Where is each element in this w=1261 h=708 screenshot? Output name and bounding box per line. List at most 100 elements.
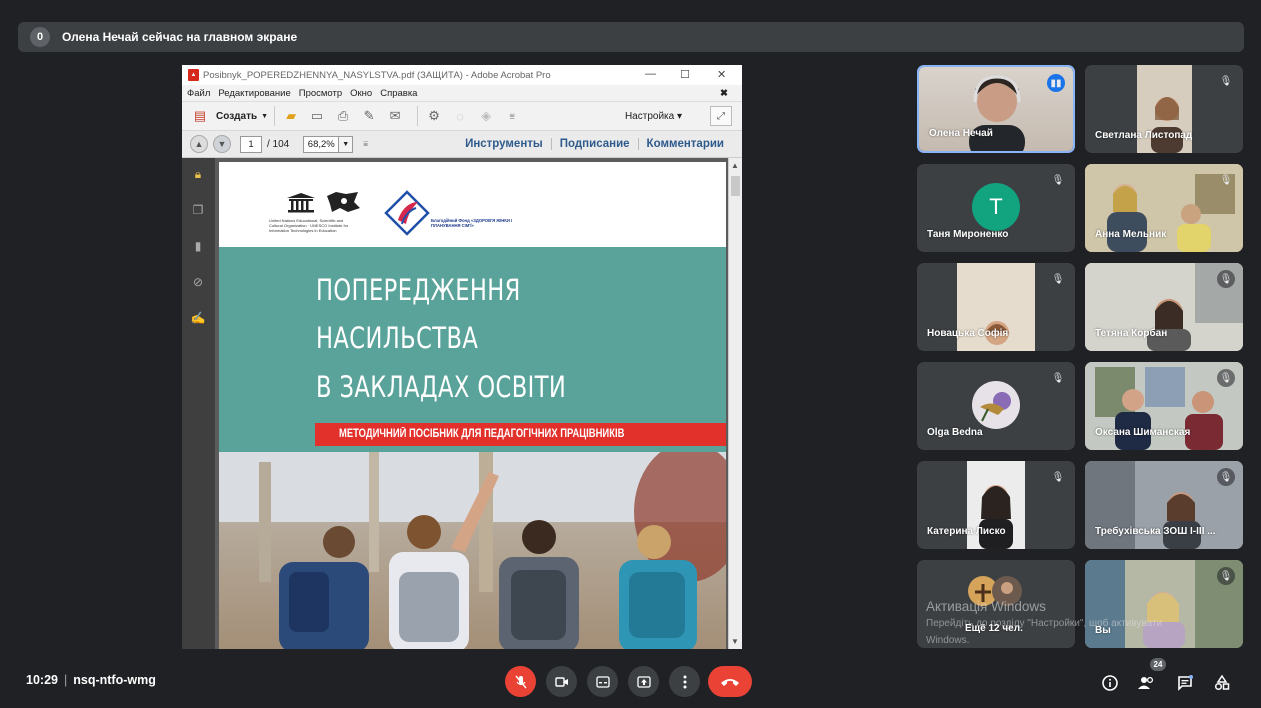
more-options-button[interactable] <box>669 666 700 697</box>
clock-time: 10:29 <box>26 673 58 687</box>
windows-activation-text: Перейдіть до розділу "Настройки", щоб ак… <box>926 618 1163 629</box>
presenting-text: Олена Нечай сейчас на главном экране <box>62 30 298 44</box>
chat-button[interactable] <box>1174 672 1196 694</box>
participant-tile[interactable]: 🎙︎ Катерина Лиско <box>917 461 1075 549</box>
participant-count-badge: 24 <box>1150 658 1166 671</box>
self-tile[interactable]: 🎙︎ Вы <box>1085 560 1243 648</box>
more-icon: ⩸ <box>509 110 515 121</box>
nav-more-icon: ⩸ <box>363 139 369 148</box>
pdf-page: United Nations Educational, Scientific a… <box>219 162 726 649</box>
captions-button[interactable] <box>587 666 618 697</box>
participant-tile[interactable]: ▮▮ Олена Нечай <box>917 65 1075 153</box>
participant-tile[interactable]: T 🎙︎ Таня Мироненко <box>917 164 1075 252</box>
tab-tools: Инструменты <box>465 138 543 150</box>
email-icon: ✉ <box>389 108 401 123</box>
mic-off-icon: 🎙︎ <box>1051 273 1065 285</box>
acrobat-toolbar: ▤ Создать ▼ ▰ ▭ ⎙ ✎ ✉ ⚙ ◌ ◈ ⩸ Настройка … <box>182 102 742 131</box>
present-icon <box>636 675 651 688</box>
participant-tile[interactable]: 🎙︎ Olga Bedna <box>917 362 1075 450</box>
unesco-logo-icon <box>287 193 315 213</box>
cover-headline-line-1: ПОПЕРЕДЖЕННЯ <box>316 273 521 307</box>
cover-subtitle: МЕТОДИЧНИЙ ПОСІБНИК ДЛЯ ПЕДАГОГІЧНИХ ПРА… <box>339 428 625 440</box>
print-icon: ⎙ <box>337 108 349 123</box>
settings-gear-icon: ⚙ <box>428 108 440 123</box>
create-pdf-icon: ▤ <box>193 108 207 123</box>
cover-photo-children <box>219 452 726 649</box>
participant-name: Катерина Лиско <box>927 526 1006 537</box>
create-dropdown-icon: ▼ <box>261 112 269 120</box>
create-label: Создать <box>216 110 258 122</box>
stamp-icon: ◈ <box>481 108 492 123</box>
chat-icon <box>1178 675 1193 691</box>
activities-button[interactable] <box>1211 672 1233 694</box>
participant-avatar: T <box>972 183 1020 231</box>
doc-close-icon: ✖ <box>720 87 728 99</box>
comment-icon: ◌ <box>456 108 464 124</box>
info-icon <box>1102 675 1118 691</box>
participant-tile[interactable]: 🎙︎ Оксана Шиманская <box>1085 362 1243 450</box>
zoom-dropdown-icon: ▼ <box>339 135 354 153</box>
acrobat-side-panel: 🔒︎ ❐ ▮ ⊘ ✍ <box>182 158 215 649</box>
fund-caption: Благодійний Фонд «ЗДОРОВ'Я ЖІНКИ І ПЛАНУ… <box>431 218 513 228</box>
menu-window: Окно <box>350 87 373 99</box>
presenting-banner: 0 Олена Нечай сейчас на главном экране <box>18 22 1244 52</box>
meet-screen: { "banner": { "badge": "0", "text": "Оле… <box>0 0 1261 708</box>
leave-call-button[interactable] <box>708 666 752 697</box>
iite-logo-icon <box>327 192 360 212</box>
mic-off-icon: 🎙︎ <box>1051 174 1065 186</box>
meeting-details-button[interactable] <box>1099 672 1121 694</box>
menu-help: Справка <box>380 87 418 99</box>
mic-off-icon: 🎙︎ <box>1217 567 1235 585</box>
mic-off-icon <box>514 675 527 688</box>
open-folder-icon: ▰ <box>286 108 297 123</box>
tab-sign: Подписание <box>550 138 638 150</box>
acrobat-panel-tabs: Инструменты Подписание Комментарии <box>457 138 732 150</box>
participant-name: Таня Мироненко <box>927 229 1009 240</box>
mic-off-icon: 🎙︎ <box>1217 468 1235 486</box>
windows-activation-title: Активація Windows <box>926 599 1046 614</box>
meeting-info: 10:29 | nsq-ntfo-wmg <box>26 673 156 687</box>
scroll-thumb <box>731 176 740 196</box>
separator: | <box>63 673 68 687</box>
menu-edit: Редактирование <box>218 87 291 99</box>
participant-tile[interactable]: 🎙︎ Тетяна Корбан <box>1085 263 1243 351</box>
shared-screen-acrobat-window: ▲ Posibnyk_POPEREDZHENNYA_NASYLSTVA.pdf … <box>182 65 742 649</box>
page-number-field: 1 <box>240 135 262 153</box>
participant-name: Анна Мельник <box>1095 229 1167 240</box>
cover-title-block: ПОПЕРЕДЖЕННЯ НАСИЛЬСТВА В ЗАКЛАДАХ ОСВІТ… <box>219 247 726 452</box>
participant-tile[interactable]: 🎙︎ Требухівська ЗОШ І-ІІІ ... <box>1085 461 1243 549</box>
speaking-indicator-icon: ▮▮ <box>1047 74 1065 92</box>
mic-off-icon: 🎙︎ <box>1219 75 1233 87</box>
acrobat-navbar: ▲ ▼ 1 / 104 68,2% ▼ ⩸ Инструменты Подпис… <box>182 131 742 158</box>
maximize-icon: ☐ <box>680 69 690 81</box>
close-icon: ✕ <box>717 69 727 81</box>
present-screen-button[interactable] <box>628 666 659 697</box>
mic-toggle-button[interactable] <box>505 666 536 697</box>
next-page-icon: ▼ <box>213 135 231 153</box>
edit-icon: ✎ <box>363 108 375 123</box>
mic-off-icon: 🎙︎ <box>1051 372 1065 384</box>
mic-off-icon: 🎙︎ <box>1217 270 1235 288</box>
minimize-icon: — <box>645 68 656 80</box>
participant-tile[interactable]: 🎙︎ Светлана Листопад <box>1085 65 1243 153</box>
signature-icon: ✍ <box>190 311 206 325</box>
camera-toggle-button[interactable] <box>546 666 577 697</box>
fullscreen-icon: ⤢ <box>710 106 732 126</box>
mic-off-icon: 🎙︎ <box>1217 369 1235 387</box>
cover-subtitle-bar: МЕТОДИЧНИЙ ПОСІБНИК ДЛЯ ПЕДАГОГІЧНИХ ПРА… <box>315 423 726 446</box>
participants-button[interactable] <box>1135 672 1157 694</box>
mic-off-icon: 🎙︎ <box>1051 471 1065 483</box>
participant-tile[interactable]: 🎙︎ Новацька Софія <box>917 263 1075 351</box>
save-icon: ▭ <box>310 108 324 123</box>
attachment-icon: ⊘ <box>192 275 204 289</box>
participant-name: Новацька Софія <box>927 328 1009 339</box>
cover-headline-line-2: НАСИЛЬСТВА <box>316 321 479 355</box>
participant-name: Тетяна Корбан <box>1095 328 1168 339</box>
activities-icon <box>1214 675 1230 691</box>
participant-tile[interactable]: 🎙︎ Анна Мельник <box>1085 164 1243 252</box>
cover-headline-line-3: В ЗАКЛАДАХ ОСВІТИ <box>316 370 567 404</box>
menu-view: Просмотр <box>298 87 343 99</box>
prev-page-icon: ▲ <box>190 135 208 153</box>
participant-name: Olga Bedna <box>927 427 983 438</box>
acrobat-menubar: Файл Редактирование Просмотр Окно Справк… <box>182 85 742 102</box>
